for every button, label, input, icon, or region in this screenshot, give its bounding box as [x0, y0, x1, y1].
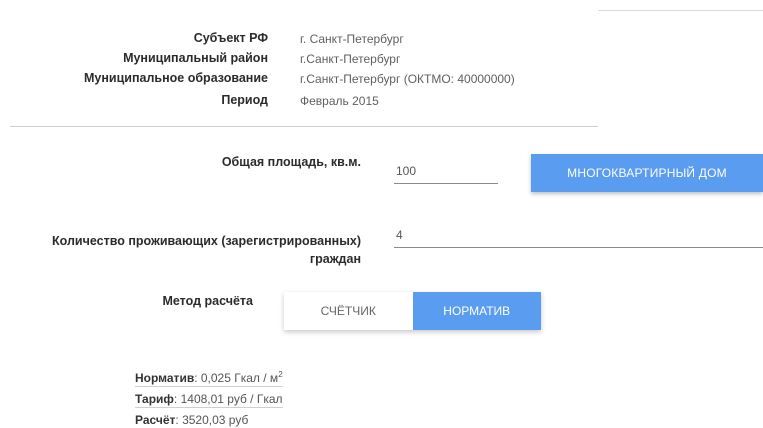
info-divider	[10, 126, 598, 127]
result-norm-exponent: 2	[278, 370, 283, 379]
residents-input-value: 4	[396, 228, 403, 242]
municipality-value: г.Санкт-Петербург (ОКТМО: 40000000)	[300, 72, 515, 86]
district-value: г.Санкт-Петербург	[300, 52, 401, 66]
period-label: Период	[221, 93, 268, 107]
method-meter-option[interactable]: СЧЁТЧИК	[284, 292, 413, 330]
residents-label-line2: граждан	[309, 252, 361, 266]
municipality-label: Муниципальное образование	[84, 71, 268, 85]
subject-label: Субъект РФ	[193, 31, 268, 45]
method-toggle: СЧЁТЧИК НОРМАТИВ	[284, 292, 541, 330]
period-value: Февраль 2015	[300, 94, 379, 108]
area-input[interactable]: 100	[394, 150, 498, 184]
result-tariff-value: : 1408,01 руб / Гкал	[173, 392, 283, 406]
apartment-building-button[interactable]: МНОГОКВАРТИРНЫЙ ДОМ	[531, 154, 763, 192]
residents-label-line1: Количество проживающих (зарегистрированн…	[52, 234, 361, 248]
result-calc: Расчёт: 3520,03 руб	[135, 413, 248, 427]
residents-input-underline	[394, 247, 763, 248]
subject-value: г. Санкт-Петербург	[300, 32, 404, 46]
area-input-underline	[394, 183, 498, 184]
method-norm-option[interactable]: НОРМАТИВ	[412, 292, 541, 330]
area-input-value: 100	[396, 164, 417, 178]
result-tariff-label: Тариф	[135, 392, 174, 406]
result-norm-value: : 0,025 Гкал / м	[194, 371, 279, 385]
result-tariff: Тариф: 1408,01 руб / Гкал	[135, 392, 283, 408]
area-label: Общая площадь, кв.м.	[221, 155, 361, 169]
result-norm: Норматив: 0,025 Гкал / м2	[135, 370, 283, 387]
residents-input[interactable]: 4	[394, 222, 763, 248]
top-divider	[598, 10, 763, 11]
result-calc-value: : 3520,03 руб	[175, 413, 249, 427]
result-norm-label: Норматив	[135, 371, 195, 385]
result-calc-label: Расчёт	[135, 413, 176, 427]
district-label: Муниципальный район	[123, 51, 268, 65]
method-label: Метод расчёта	[162, 294, 253, 308]
